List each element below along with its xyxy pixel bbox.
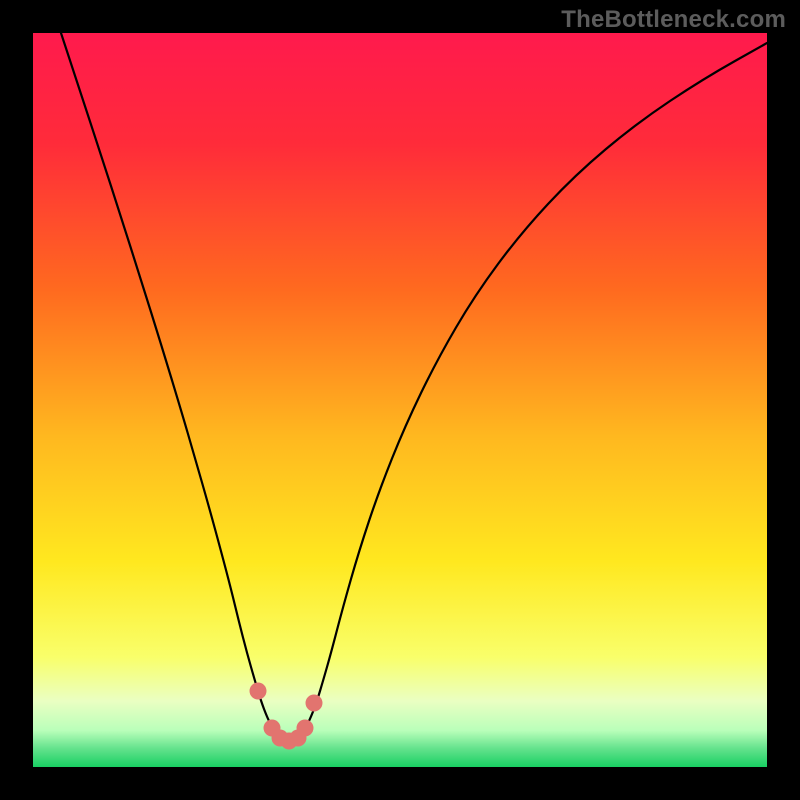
plot-area: [33, 33, 767, 767]
gradient-background: [33, 33, 767, 767]
curve-marker: [250, 683, 267, 700]
watermark-text: TheBottleneck.com: [561, 6, 786, 34]
curve-marker: [306, 695, 323, 712]
bottleneck-chart: [33, 33, 767, 767]
curve-marker: [297, 720, 314, 737]
chart-frame: TheBottleneck.com: [0, 0, 800, 800]
